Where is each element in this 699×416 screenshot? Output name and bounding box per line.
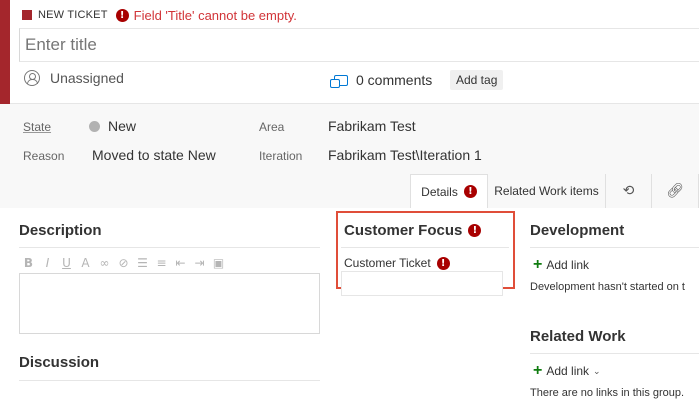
link-icon[interactable]: ∞ (98, 256, 111, 270)
reason-dropdown[interactable]: Moved to state New (92, 147, 216, 163)
error-icon: ! (115, 8, 129, 22)
title-error-message: Field 'Title' cannot be empty. (133, 7, 297, 23)
customer-focus-error-icon: ! (468, 224, 482, 237)
assigned-to-label: Unassigned (50, 70, 124, 86)
tab-related-work-items[interactable]: Related Work items (488, 174, 606, 208)
description-title: Description (19, 222, 102, 239)
comments-link[interactable]: 0 comments (330, 72, 433, 88)
numbered-list-icon[interactable]: ≡ (155, 256, 168, 270)
development-title: Development (530, 222, 625, 239)
work-item-tabs: Details ! Related Work items ⟲ 🔗︎ (410, 174, 699, 208)
indent-icon[interactable]: ⇥ (193, 256, 206, 270)
unlink-icon[interactable]: ⊘ (117, 256, 130, 270)
reason-label: Reason (23, 149, 65, 163)
customer-ticket-field-header: Customer Ticket ! (344, 256, 450, 270)
description-divider (19, 247, 320, 248)
work-item-type-label: NEW TICKET (38, 9, 108, 21)
bold-icon[interactable]: B (22, 256, 35, 270)
related-work-title: Related Work (530, 328, 626, 345)
tab-history[interactable]: ⟲ (606, 174, 652, 208)
title-input[interactable] (20, 29, 699, 61)
work-item-color-stripe (0, 0, 10, 104)
plus-icon: + (533, 362, 543, 379)
customer-ticket-label: Customer Ticket (344, 256, 431, 270)
work-item-type-row: NEW TICKET ! Field 'Title' cannot be emp… (22, 6, 297, 24)
add-tag-button[interactable]: Add tag (450, 70, 504, 90)
area-dropdown[interactable]: Fabrikam Test (328, 118, 416, 134)
chevron-down-icon: ⌄ (593, 365, 601, 376)
description-editor[interactable] (19, 273, 320, 334)
development-status: Development hasn't started on t (530, 281, 685, 293)
discussion-divider (19, 380, 320, 381)
iteration-dropdown[interactable]: Fabrikam Test\Iteration 1 (328, 147, 482, 163)
related-work-divider (530, 353, 699, 354)
bullet-list-icon[interactable]: ☰ (136, 256, 149, 270)
link-icon: 🔗︎ (666, 183, 684, 199)
format-icon[interactable]: A (79, 256, 92, 270)
details-error-icon: ! (463, 185, 477, 198)
outdent-icon[interactable]: ⇤ (174, 256, 187, 270)
development-add-link-label: Add link (546, 258, 590, 272)
related-work-status: There are no links in this group. (530, 387, 685, 399)
title-field[interactable] (19, 28, 699, 62)
state-label: State (23, 120, 51, 134)
tab-links[interactable]: 🔗︎ (652, 174, 699, 208)
tab-details[interactable]: Details ! (410, 174, 488, 208)
underline-icon[interactable]: U (60, 256, 73, 270)
comments-count: 0 comments (356, 72, 433, 88)
state-color-icon (89, 120, 100, 132)
iteration-label: Iteration (259, 149, 303, 163)
state-label-text: State (23, 120, 52, 134)
customer-ticket-error-icon: ! (436, 256, 450, 270)
italic-icon[interactable]: I (41, 256, 54, 270)
unassigned-avatar-icon (24, 70, 40, 86)
customer-focus-divider (341, 247, 509, 248)
related-work-add-link[interactable]: + Add link ⌄ (533, 362, 601, 379)
customer-focus-header: Customer Focus ! (344, 222, 482, 239)
discussion-title: Discussion (19, 354, 100, 371)
customer-ticket-input[interactable] (341, 271, 503, 296)
comments-icon (330, 74, 348, 88)
related-work-add-link-label: Add link (546, 364, 590, 378)
rich-text-toolbar: B I U A ∞ ⊘ ☰ ≡ ⇤ ⇥ ▣ (22, 256, 225, 270)
image-icon[interactable]: ▣ (212, 256, 225, 270)
state-dropdown[interactable]: New (89, 118, 136, 134)
state-value: New (108, 118, 137, 134)
history-icon: ⟲ (622, 183, 635, 199)
development-divider (530, 247, 699, 248)
customer-focus-title: Customer Focus (344, 222, 463, 239)
assigned-to-picker[interactable]: Unassigned (24, 70, 124, 86)
ticket-type-icon (22, 10, 32, 20)
development-add-link[interactable]: + Add link (533, 256, 590, 273)
tab-details-label: Details (421, 184, 458, 199)
plus-icon: + (533, 256, 543, 273)
area-label: Area (259, 120, 285, 134)
